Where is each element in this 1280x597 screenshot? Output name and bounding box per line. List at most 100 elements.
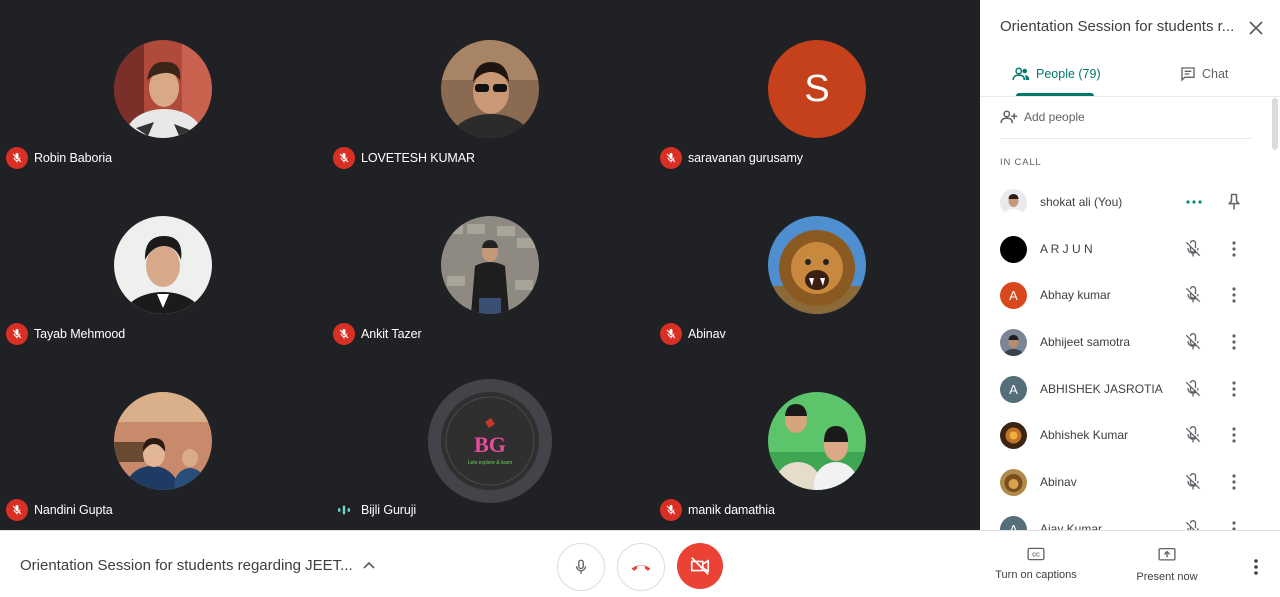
participant-name: Abinav <box>660 322 726 346</box>
meeting-title[interactable]: Orientation Session for students regardi… <box>20 557 353 574</box>
video-grid: Robin Baboria LOVETESH KUMAR S saravanan… <box>0 0 980 530</box>
leave-call-button[interactable] <box>617 543 665 591</box>
participant-initial-avatar: A <box>1000 375 1027 403</box>
panel-scrollbar[interactable] <box>1272 98 1278 150</box>
bottom-toolbar: Orientation Session for students regardi… <box>0 530 1280 597</box>
mic-off-icon <box>6 499 28 521</box>
participant-name: LOVETESH KUMAR <box>333 146 475 170</box>
participant-avatar <box>1000 328 1027 356</box>
camera-toggle-button[interactable] <box>677 543 723 589</box>
participant-avatar <box>441 40 539 138</box>
more-vert-icon[interactable] <box>1224 425 1244 445</box>
close-icon[interactable] <box>1246 18 1266 38</box>
participant-name-label: manik damathia <box>688 503 775 517</box>
participant-row[interactable]: A Abhay kumar <box>980 272 1280 318</box>
participant-avatar <box>1000 421 1027 449</box>
participant-name-label: Ankit Tazer <box>361 327 422 341</box>
participant-row[interactable]: Abinav <box>980 459 1280 505</box>
mic-muted-icon[interactable] <box>1183 285 1203 305</box>
panel-tabs: People (79) Chat <box>980 52 1280 97</box>
participant-tile[interactable]: Nandini Gupta <box>0 352 326 528</box>
more-vert-icon[interactable] <box>1224 519 1244 530</box>
mic-muted-icon[interactable] <box>1183 519 1203 530</box>
microphone-button[interactable] <box>557 543 605 591</box>
participant-name-label: Tayab Mehmood <box>34 327 126 341</box>
participant-row[interactable]: Abhijeet samotra <box>980 319 1280 365</box>
participant-name-label: Robin Baboria <box>34 151 112 165</box>
participant-tile[interactable]: Abinav <box>654 176 980 352</box>
more-vert-icon[interactable] <box>1224 239 1244 259</box>
participant-name: Abhishek Kumar <box>1040 428 1129 442</box>
captions-button[interactable]: CC Turn on captions <box>986 547 1086 581</box>
participant-name-label: Nandini Gupta <box>34 503 113 517</box>
more-vert-icon[interactable] <box>1224 285 1244 305</box>
participant-name: Bijli Guruji <box>333 498 416 522</box>
participant-row-self[interactable]: shokat ali (You) <box>980 179 1280 225</box>
divider <box>1000 138 1252 139</box>
participant-name-label: Abinav <box>688 327 726 341</box>
mic-muted-icon[interactable] <box>1183 239 1203 259</box>
participant-initial-avatar: A <box>1000 515 1027 530</box>
mic-off-icon <box>660 147 682 169</box>
mic-off-icon <box>660 499 682 521</box>
tab-chat[interactable]: Chat <box>1180 52 1228 96</box>
audio-level-icon <box>333 499 355 521</box>
mic-muted-icon[interactable] <box>1183 425 1203 445</box>
participant-avatar <box>768 216 866 314</box>
participant-row[interactable]: A ABHISHEK JASROTIA <box>980 366 1280 412</box>
participant-name-label: Bijli Guruji <box>361 503 417 517</box>
participant-name: Abhay kumar <box>1040 288 1111 302</box>
participant-tile[interactable]: Tayab Mehmood <box>0 176 326 352</box>
participant-avatar <box>114 40 212 138</box>
more-vert-icon[interactable] <box>1224 332 1244 352</box>
mic-off-icon <box>6 323 28 345</box>
panel-title: Orientation Session for students r... <box>1000 18 1235 35</box>
participant-name-label: LOVETESH KUMAR <box>361 151 475 165</box>
active-tab-indicator <box>1016 93 1094 96</box>
participant-tile[interactable]: Ankit Tazer <box>327 176 653 352</box>
participant-avatar <box>768 392 866 490</box>
participant-name: Tayab Mehmood <box>6 322 125 346</box>
logo-initials: BG <box>474 432 506 457</box>
participant-name: Abinav <box>1040 475 1077 489</box>
tab-people[interactable]: People (79) <box>1012 52 1101 96</box>
more-vert-icon[interactable] <box>1224 379 1244 399</box>
participant-tile[interactable]: Robin Baboria <box>0 0 326 176</box>
participant-name: Abhijeet samotra <box>1040 335 1131 349</box>
more-vert-icon[interactable] <box>1224 472 1244 492</box>
participant-avatar <box>114 392 212 490</box>
participant-tile[interactable]: S saravanan gurusamy <box>654 0 980 176</box>
present-now-button[interactable]: Present now <box>1117 547 1217 583</box>
mic-off-icon <box>333 147 355 169</box>
add-people-button[interactable]: Add people <box>1000 106 1085 128</box>
people-panel: Orientation Session for students r... Pe… <box>980 0 1280 530</box>
participant-avatar <box>1000 235 1027 263</box>
participant-row[interactable]: Abhishek Kumar <box>980 412 1280 458</box>
participant-name: saravanan gurusamy <box>660 146 803 170</box>
tab-chat-label: Chat <box>1202 67 1229 81</box>
participant-name: A R J U N <box>1040 242 1093 256</box>
participant-name-label: saravanan gurusamy <box>688 151 803 165</box>
mic-muted-icon[interactable] <box>1183 472 1203 492</box>
participant-row[interactable]: A R J U N <box>980 226 1280 272</box>
participant-tile[interactable]: LOVETESH KUMAR <box>327 0 653 176</box>
mic-muted-icon[interactable] <box>1183 332 1203 352</box>
participant-row[interactable]: A Ajay Kumar <box>980 506 1280 530</box>
present-screen-icon <box>1158 547 1176 561</box>
add-person-icon <box>1000 110 1018 124</box>
present-now-label: Present now <box>1136 571 1198 583</box>
participant-name: Robin Baboria <box>6 146 112 170</box>
participant-tile-active-speaker[interactable]: BG Lets explore & learn Bijli Guruji <box>327 352 653 528</box>
more-options-icon[interactable] <box>1246 557 1266 577</box>
participant-name: ABHISHEK JASROTIA <box>1040 382 1163 396</box>
participant-tile[interactable]: manik damathia <box>654 352 980 528</box>
chevron-up-icon[interactable] <box>360 557 378 575</box>
participant-initial-avatar: A <box>1000 281 1027 309</box>
mic-off-icon <box>6 147 28 169</box>
mic-muted-icon[interactable] <box>1183 379 1203 399</box>
more-options-dots-icon[interactable] <box>1184 192 1204 212</box>
pin-icon[interactable] <box>1224 192 1244 212</box>
participant-name: shokat ali (You) <box>1040 195 1123 209</box>
in-call-heading: IN CALL <box>1000 157 1042 168</box>
mic-off-icon <box>660 323 682 345</box>
